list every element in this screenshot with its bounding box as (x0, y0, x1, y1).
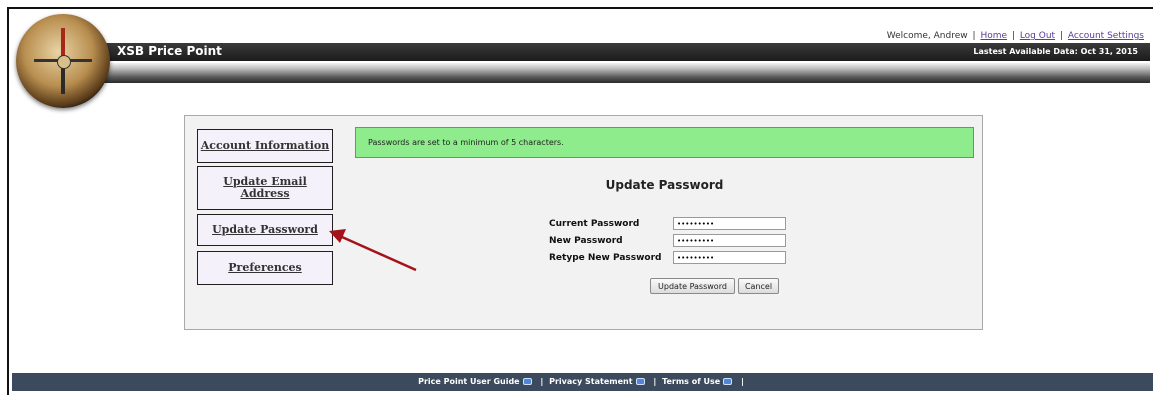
footer-bar: Price Point User Guide | Privacy Stateme… (12, 373, 1153, 391)
external-link-icon (522, 378, 532, 385)
footer-link-terms[interactable]: Terms of Use (662, 377, 720, 386)
footer-link-user-guide[interactable]: Price Point User Guide (418, 377, 519, 386)
annotation-arrow-icon (329, 229, 417, 272)
external-link-icon (723, 378, 733, 385)
footer-link-privacy[interactable]: Privacy Statement (549, 377, 632, 386)
external-link-icon (635, 378, 645, 385)
